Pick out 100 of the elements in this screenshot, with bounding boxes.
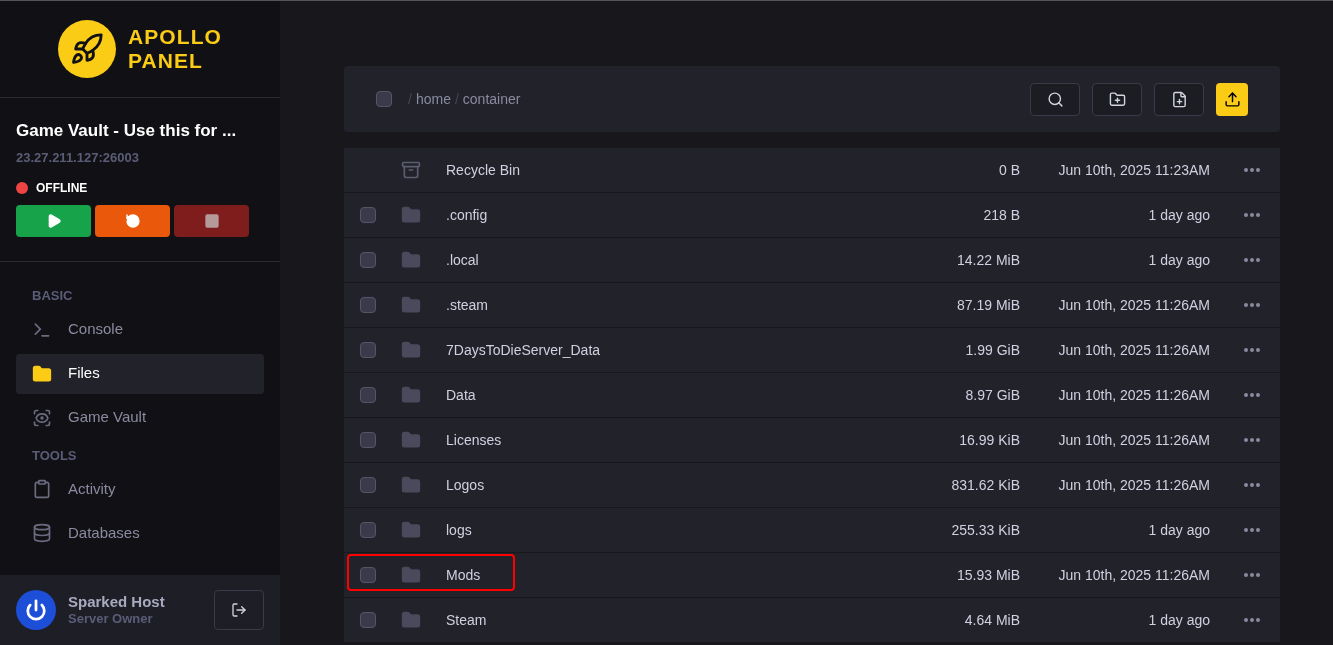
file-size: 14.22 MiB xyxy=(955,250,1020,270)
breadcrumb-link[interactable]: home xyxy=(415,88,451,110)
brand-name: APOLLO xyxy=(128,25,222,49)
file-name: logs xyxy=(446,520,473,540)
file-name: Steam xyxy=(446,610,488,630)
more-icon xyxy=(1244,393,1260,397)
file-modified: 1 day ago xyxy=(1147,205,1210,225)
file-name: .steam xyxy=(446,295,489,315)
file-row[interactable]: .local 14.22 MiB 1 day ago xyxy=(344,238,1280,283)
file-row[interactable]: Logos 831.62 KiB Jun 10th, 2025 11:26AM xyxy=(344,463,1280,508)
file-row[interactable]: .steam 87.19 MiB Jun 10th, 2025 11:26AM xyxy=(344,283,1280,328)
file-size: 87.19 MiB xyxy=(955,295,1020,315)
file-name: Recycle Bin xyxy=(446,160,521,180)
checkbox[interactable] xyxy=(360,612,376,628)
file-size: 16.99 KiB xyxy=(958,430,1020,450)
checkbox[interactable] xyxy=(360,567,376,583)
file-modified: Jun 10th, 2025 11:26AM xyxy=(1057,475,1210,495)
folder-icon xyxy=(401,385,421,405)
more-icon xyxy=(1244,483,1260,487)
more-icon xyxy=(1244,618,1260,622)
restart-button[interactable] xyxy=(95,205,170,237)
file-modified: Jun 10th, 2025 11:23AM xyxy=(1057,160,1210,180)
more-icon xyxy=(1244,348,1260,352)
file-name: Data xyxy=(446,385,477,405)
file-modified: Jun 10th, 2025 11:26AM xyxy=(1057,295,1210,315)
folder-icon xyxy=(401,610,421,630)
nav-item[interactable]: Databases xyxy=(16,513,264,553)
upload-button[interactable] xyxy=(1216,82,1248,116)
checkbox[interactable] xyxy=(360,252,376,268)
file-size: 4.64 MiB xyxy=(963,610,1020,630)
checkbox[interactable] xyxy=(360,387,376,403)
file-modified: 1 day ago xyxy=(1147,520,1210,540)
more-icon xyxy=(1244,528,1260,532)
avatar-power-icon xyxy=(16,590,56,630)
file-row[interactable]: Mods 15.93 MiB Jun 10th, 2025 11:26AM xyxy=(344,553,1280,598)
folder-icon xyxy=(401,250,421,270)
start-button[interactable] xyxy=(16,205,91,237)
upload-icon xyxy=(1223,90,1241,108)
file-size: 831.62 KiB xyxy=(950,475,1020,495)
new-file-button[interactable] xyxy=(1154,82,1204,116)
checkbox[interactable] xyxy=(360,297,376,313)
checkbox[interactable] xyxy=(376,91,392,107)
nav-item[interactable]: Activity xyxy=(16,469,264,509)
file-row[interactable]: logs 255.33 KiB 1 day ago xyxy=(344,508,1280,553)
search-button[interactable] xyxy=(1030,82,1080,116)
server-address: 23.27.211.127:26003 xyxy=(16,148,140,167)
breadcrumb-link[interactable]: container xyxy=(462,88,521,110)
user-role: Server Owner xyxy=(68,611,154,628)
rocket-logo-icon xyxy=(58,20,117,78)
file-row[interactable]: Steam 4.64 MiB 1 day ago xyxy=(344,598,1280,643)
checkbox[interactable] xyxy=(360,522,376,538)
file-size: 0 B xyxy=(998,160,1020,180)
more-icon xyxy=(1244,258,1260,262)
breadcrumb-separator: / xyxy=(408,89,412,109)
folder-icon xyxy=(32,363,52,384)
new-folder-button[interactable] xyxy=(1092,82,1142,116)
user-name: Sparked Host xyxy=(68,592,166,612)
file-modified: 1 day ago xyxy=(1147,610,1210,630)
file-row[interactable]: Recycle Bin 0 B Jun 10th, 2025 11:23AM xyxy=(344,148,1280,193)
logout-icon xyxy=(231,602,247,618)
logout-button[interactable] xyxy=(214,590,264,630)
brand-name: PANEL xyxy=(128,49,204,73)
file-row[interactable]: Data 8.97 GiB Jun 10th, 2025 11:26AM xyxy=(344,373,1280,418)
stop-button[interactable] xyxy=(174,205,249,237)
file-size: 8.97 GiB xyxy=(964,385,1020,405)
folder-icon xyxy=(401,565,421,585)
file-name: .local xyxy=(446,250,480,270)
stop-icon xyxy=(203,213,220,229)
file-name: .config xyxy=(446,205,489,225)
folder-icon xyxy=(401,475,421,495)
file-name: Licenses xyxy=(446,430,503,450)
checkbox[interactable] xyxy=(360,432,376,448)
folder-icon xyxy=(401,295,421,315)
file-row[interactable]: .config 218 B 1 day ago xyxy=(344,193,1280,238)
nav-heading: TOOLS xyxy=(31,446,78,465)
focus-icon xyxy=(32,407,52,428)
file-row[interactable]: Licenses 16.99 KiB Jun 10th, 2025 11:26AM xyxy=(344,418,1280,463)
more-icon xyxy=(1244,213,1260,217)
search-icon xyxy=(1046,90,1064,108)
checkbox[interactable] xyxy=(360,477,376,493)
nav-item[interactable]: Files xyxy=(16,353,264,394)
checkbox[interactable] xyxy=(360,342,376,358)
file-size: 255.33 KiB xyxy=(950,520,1020,540)
file-name: 7DaysToDieServer_Data xyxy=(446,340,602,360)
nav-item[interactable]: Console xyxy=(16,309,264,350)
checkbox[interactable] xyxy=(360,207,376,223)
more-icon xyxy=(1244,303,1260,307)
file-modified: Jun 10th, 2025 11:26AM xyxy=(1057,340,1210,360)
more-icon xyxy=(1244,438,1260,442)
server-name: Game Vault - Use this for ... xyxy=(16,120,238,142)
nav-heading: BASIC xyxy=(31,287,74,305)
folder-icon xyxy=(401,340,421,360)
database-icon xyxy=(32,523,52,543)
more-icon xyxy=(1244,168,1260,172)
folder-plus-icon xyxy=(1108,90,1126,108)
file-modified: 1 day ago xyxy=(1147,250,1210,270)
file-row[interactable]: 7DaysToDieServer_Data 1.99 GiB Jun 10th, 2025 11:26AM xyxy=(344,328,1280,373)
nav-item[interactable]: Game Vault xyxy=(16,397,264,438)
folder-icon xyxy=(401,520,421,540)
status-label: OFFLINE xyxy=(36,180,88,197)
